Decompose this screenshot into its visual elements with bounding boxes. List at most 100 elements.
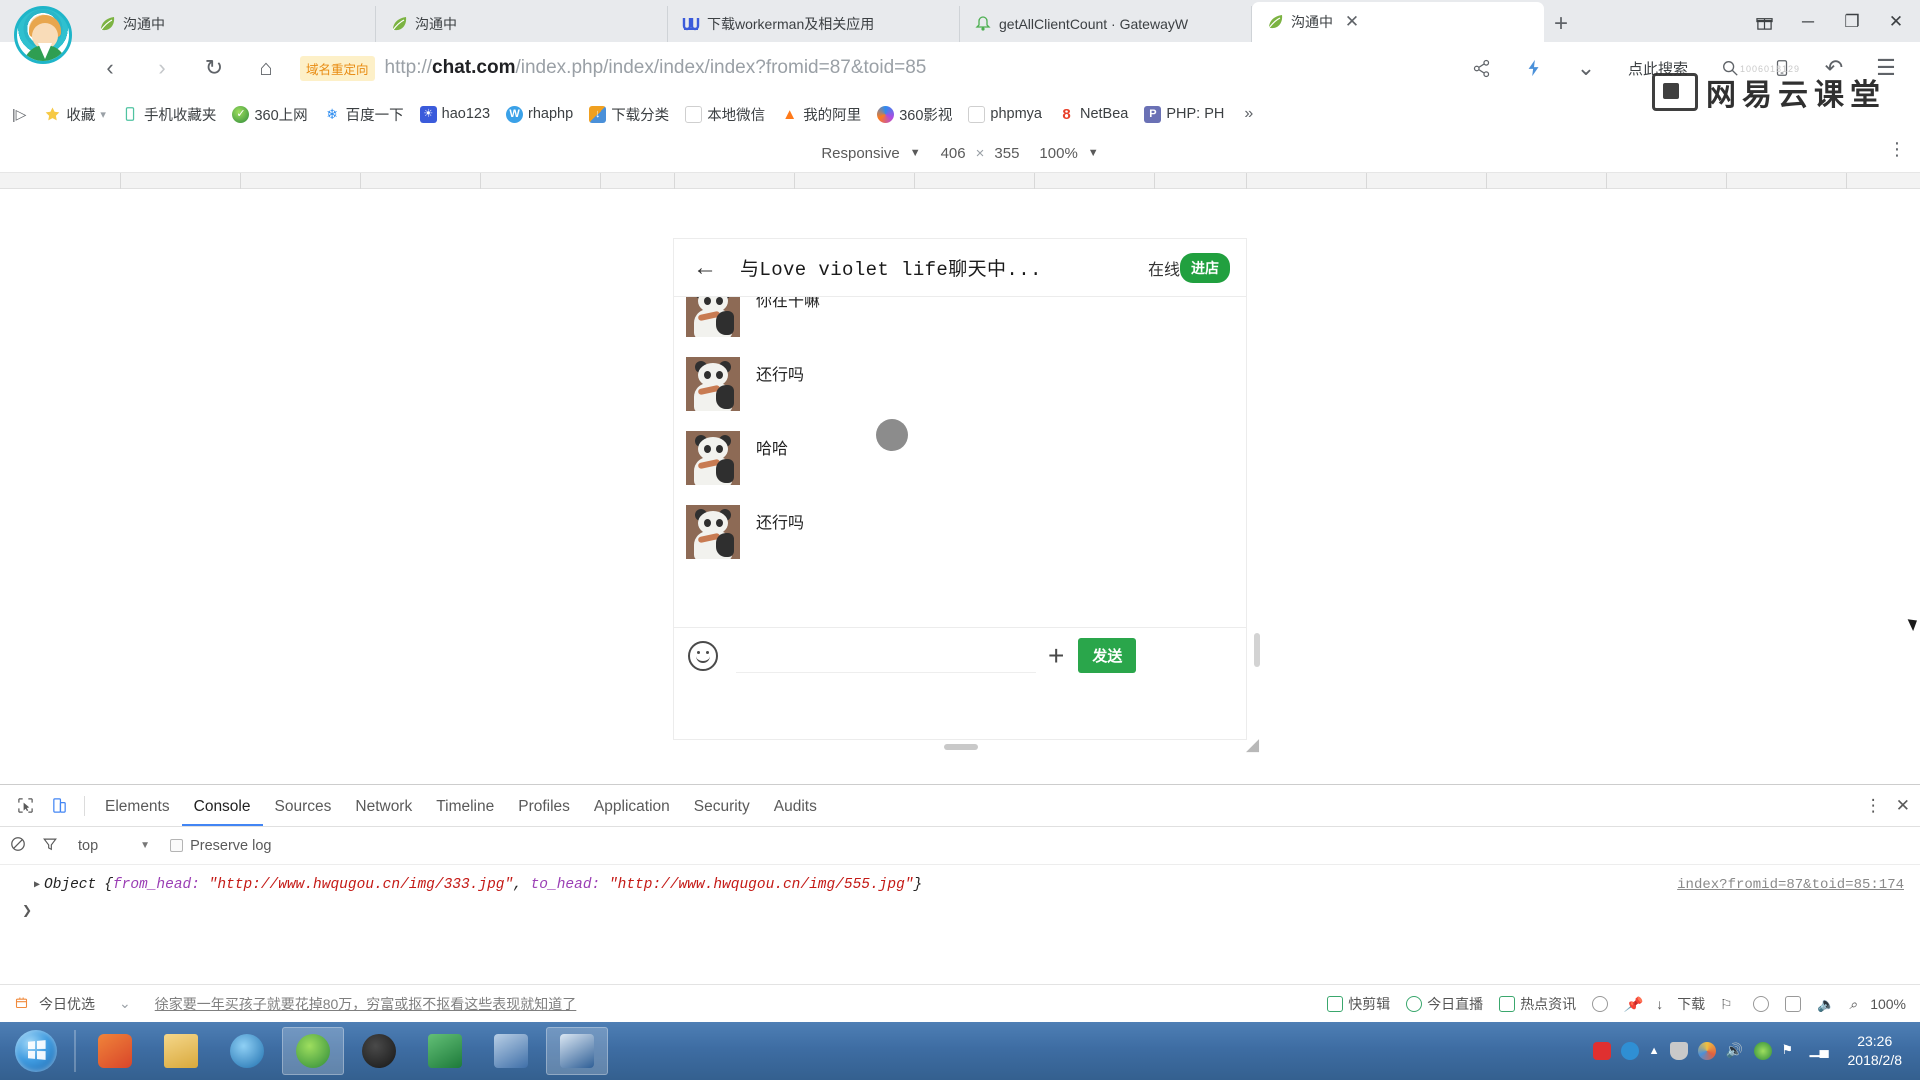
collapse-icon[interactable]: ⌄ [119, 995, 131, 1012]
start-button[interactable] [4, 1024, 68, 1078]
chevron-down-icon[interactable]: ⌄ [1566, 48, 1606, 88]
browser-tab-2[interactable]: 下载workerman及相关应用 [668, 6, 960, 42]
browser-tab-1[interactable]: 沟通中 [376, 6, 668, 42]
devtools-tab-audits[interactable]: Audits [762, 786, 829, 826]
tray-360-icon[interactable] [1753, 1042, 1772, 1060]
chevron-down-icon[interactable]: ▼ [1088, 147, 1099, 159]
news-ticker-link[interactable]: 徐家要一年买孩子就要花掉80万，穷富或抠不抠看这些表现就知道了 [155, 994, 577, 1014]
status-item-zoom[interactable]: ⌕ 100% [1849, 996, 1906, 1012]
search-hint-label[interactable]: 点此搜索 [1628, 58, 1688, 79]
console-source-link[interactable]: index?fromid=87&toid=85:174 [1677, 877, 1904, 893]
tray-flag-icon[interactable]: ⚑ [1782, 1042, 1800, 1060]
devtools-tab-network[interactable]: Network [343, 786, 424, 826]
chevron-down-icon[interactable]: ▼ [140, 840, 150, 851]
device-toolbar-icon[interactable] [42, 791, 76, 821]
status-item-news[interactable]: 热点资讯 [1499, 994, 1576, 1014]
bookmark-item-baidu[interactable]: ❄ 百度一下 [324, 104, 403, 125]
status-item-clip[interactable]: 快剪辑 [1327, 994, 1390, 1014]
bookmark-item-rhaphp[interactable]: W rhaphp [506, 105, 573, 123]
add-attachment-button[interactable]: + [1048, 640, 1064, 672]
status-item-live[interactable]: 今日直播 [1406, 994, 1483, 1014]
console-output[interactable]: ▶ Object {from_head: "http://www.hwqugou… [0, 865, 1920, 917]
viewport-resize-handle-right[interactable] [1254, 633, 1260, 667]
address-bar[interactable]: 域名重定向 http://chat.com/index.php/index/in… [300, 48, 1456, 88]
devtools-tab-console[interactable]: Console [181, 786, 263, 826]
message-input[interactable] [736, 638, 1036, 673]
status-item-volume[interactable]: 🔈 [1817, 996, 1834, 1012]
taskbar-item-360-safe[interactable] [84, 1027, 146, 1075]
taskbar-item-360-browser[interactable] [282, 1027, 344, 1075]
smiley-icon[interactable] [688, 640, 718, 671]
taskbar-clock[interactable]: 23:26 2018/2/8 [1838, 1032, 1913, 1070]
lightning-icon[interactable] [1514, 48, 1554, 88]
preserve-log-toggle[interactable]: Preserve log [170, 838, 271, 854]
devtools-tab-application[interactable]: Application [582, 786, 682, 826]
browser-tab-0[interactable]: 沟通中 [84, 6, 376, 42]
devtools-tab-sources[interactable]: Sources [263, 786, 344, 826]
status-item-download[interactable]: ↓ 下载 [1656, 994, 1705, 1014]
window-close-button[interactable]: ✕ [1874, 3, 1918, 41]
new-tab-button[interactable]: + [1544, 8, 1578, 42]
devtools-close-button[interactable]: ✕ [1896, 796, 1910, 816]
viewport-width-input[interactable]: 406 [941, 145, 966, 162]
devtools-tab-profiles[interactable]: Profiles [506, 786, 582, 826]
today-selection-label[interactable]: 今日优选 [39, 994, 95, 1014]
tray-sogou-icon[interactable] [1592, 1042, 1611, 1060]
console-prompt[interactable]: ❯ [0, 897, 1920, 917]
send-button[interactable]: 发送 [1078, 638, 1137, 673]
home-button[interactable]: ⌂ [246, 48, 286, 88]
viewport-resize-handle-corner[interactable]: ◢ [1246, 736, 1264, 754]
viewport-size-controls[interactable]: 406 × 355 [941, 145, 1020, 162]
gift-icon[interactable] [1742, 3, 1786, 41]
tray-network-icon[interactable]: ▁▄ [1810, 1042, 1829, 1060]
menu-icon[interactable]: ☰ [1866, 48, 1906, 88]
clear-console-icon[interactable] [10, 836, 26, 856]
devtools-more-button[interactable]: ⋮ [1865, 796, 1882, 816]
expand-triangle-icon[interactable]: ▶ [34, 879, 40, 891]
status-item-flag[interactable]: ⚐ [1721, 996, 1737, 1012]
viewport-height-input[interactable]: 355 [994, 145, 1019, 162]
forward-button[interactable]: › [142, 48, 182, 88]
filter-icon[interactable] [42, 836, 58, 856]
taskbar-item-ie[interactable] [216, 1027, 278, 1075]
chevron-down-icon[interactable]: ▼ [910, 147, 921, 159]
bookmark-leading-chevron[interactable]: |▷ [12, 106, 26, 123]
tray-chrome-icon[interactable] [1697, 1042, 1716, 1060]
bookmark-item-hao123[interactable]: ☀ hao123 [419, 105, 490, 123]
share-icon[interactable] [1462, 48, 1502, 88]
inspect-cursor-icon[interactable] [8, 791, 42, 821]
back-button[interactable]: ‹ [90, 48, 130, 88]
tray-help-icon[interactable] [1620, 1042, 1639, 1060]
bookmark-item-favorites[interactable]: 收藏 ▾ [44, 104, 106, 125]
devtools-tab-elements[interactable]: Elements [93, 786, 182, 826]
close-icon[interactable]: ✕ [1343, 13, 1361, 31]
device-selector[interactable]: Responsive ▼ [821, 145, 920, 162]
bookmark-item-local-wechat[interactable]: 本地微信 [685, 104, 765, 125]
status-item-pin[interactable]: 📌 [1624, 996, 1641, 1012]
taskbar-item-obs[interactable] [348, 1027, 410, 1075]
devtools-tab-security[interactable]: Security [682, 786, 762, 826]
viewport-resize-handle-bottom[interactable] [944, 744, 978, 750]
taskbar-item-editor[interactable] [414, 1027, 476, 1075]
console-message-row[interactable]: ▶ Object {from_head: "http://www.hwqugou… [0, 873, 1920, 897]
status-item-window[interactable] [1785, 995, 1802, 1012]
minimize-button[interactable]: ─ [1786, 3, 1830, 41]
enter-shop-button[interactable]: 进店 [1180, 252, 1230, 283]
tray-expand-caret-icon[interactable]: ▲ [1649, 1045, 1660, 1057]
tray-shield-icon[interactable] [1669, 1042, 1688, 1060]
viewport-zoom-selector[interactable]: 100% ▼ [1039, 145, 1098, 162]
bookmark-item-360-net[interactable]: ✓ 360上网 [232, 104, 308, 125]
bookmark-item-phpmyadmin[interactable]: phpmya [968, 105, 1042, 123]
browser-tab-4-active[interactable]: 沟通中 ✕ [1252, 2, 1544, 42]
bookmark-item-mobile-favorites[interactable]: 手机收藏夹 [122, 104, 216, 125]
back-arrow-icon[interactable]: ← [688, 254, 722, 282]
console-context-selector[interactable]: top ▼ [78, 838, 150, 854]
chevron-down-icon[interactable]: ▾ [100, 108, 106, 121]
reload-button[interactable]: ↻ [194, 48, 234, 88]
device-toolbar-more-button[interactable]: ⋮ [1888, 140, 1906, 158]
devtools-tab-timeline[interactable]: Timeline [424, 786, 506, 826]
message-list[interactable]: 你在干嘛 还行吗 哈哈 还行吗 [674, 297, 1246, 627]
preserve-log-checkbox[interactable] [170, 839, 184, 852]
taskbar-item-navicat[interactable] [546, 1027, 608, 1075]
taskbar-item-explorer[interactable] [150, 1027, 212, 1075]
